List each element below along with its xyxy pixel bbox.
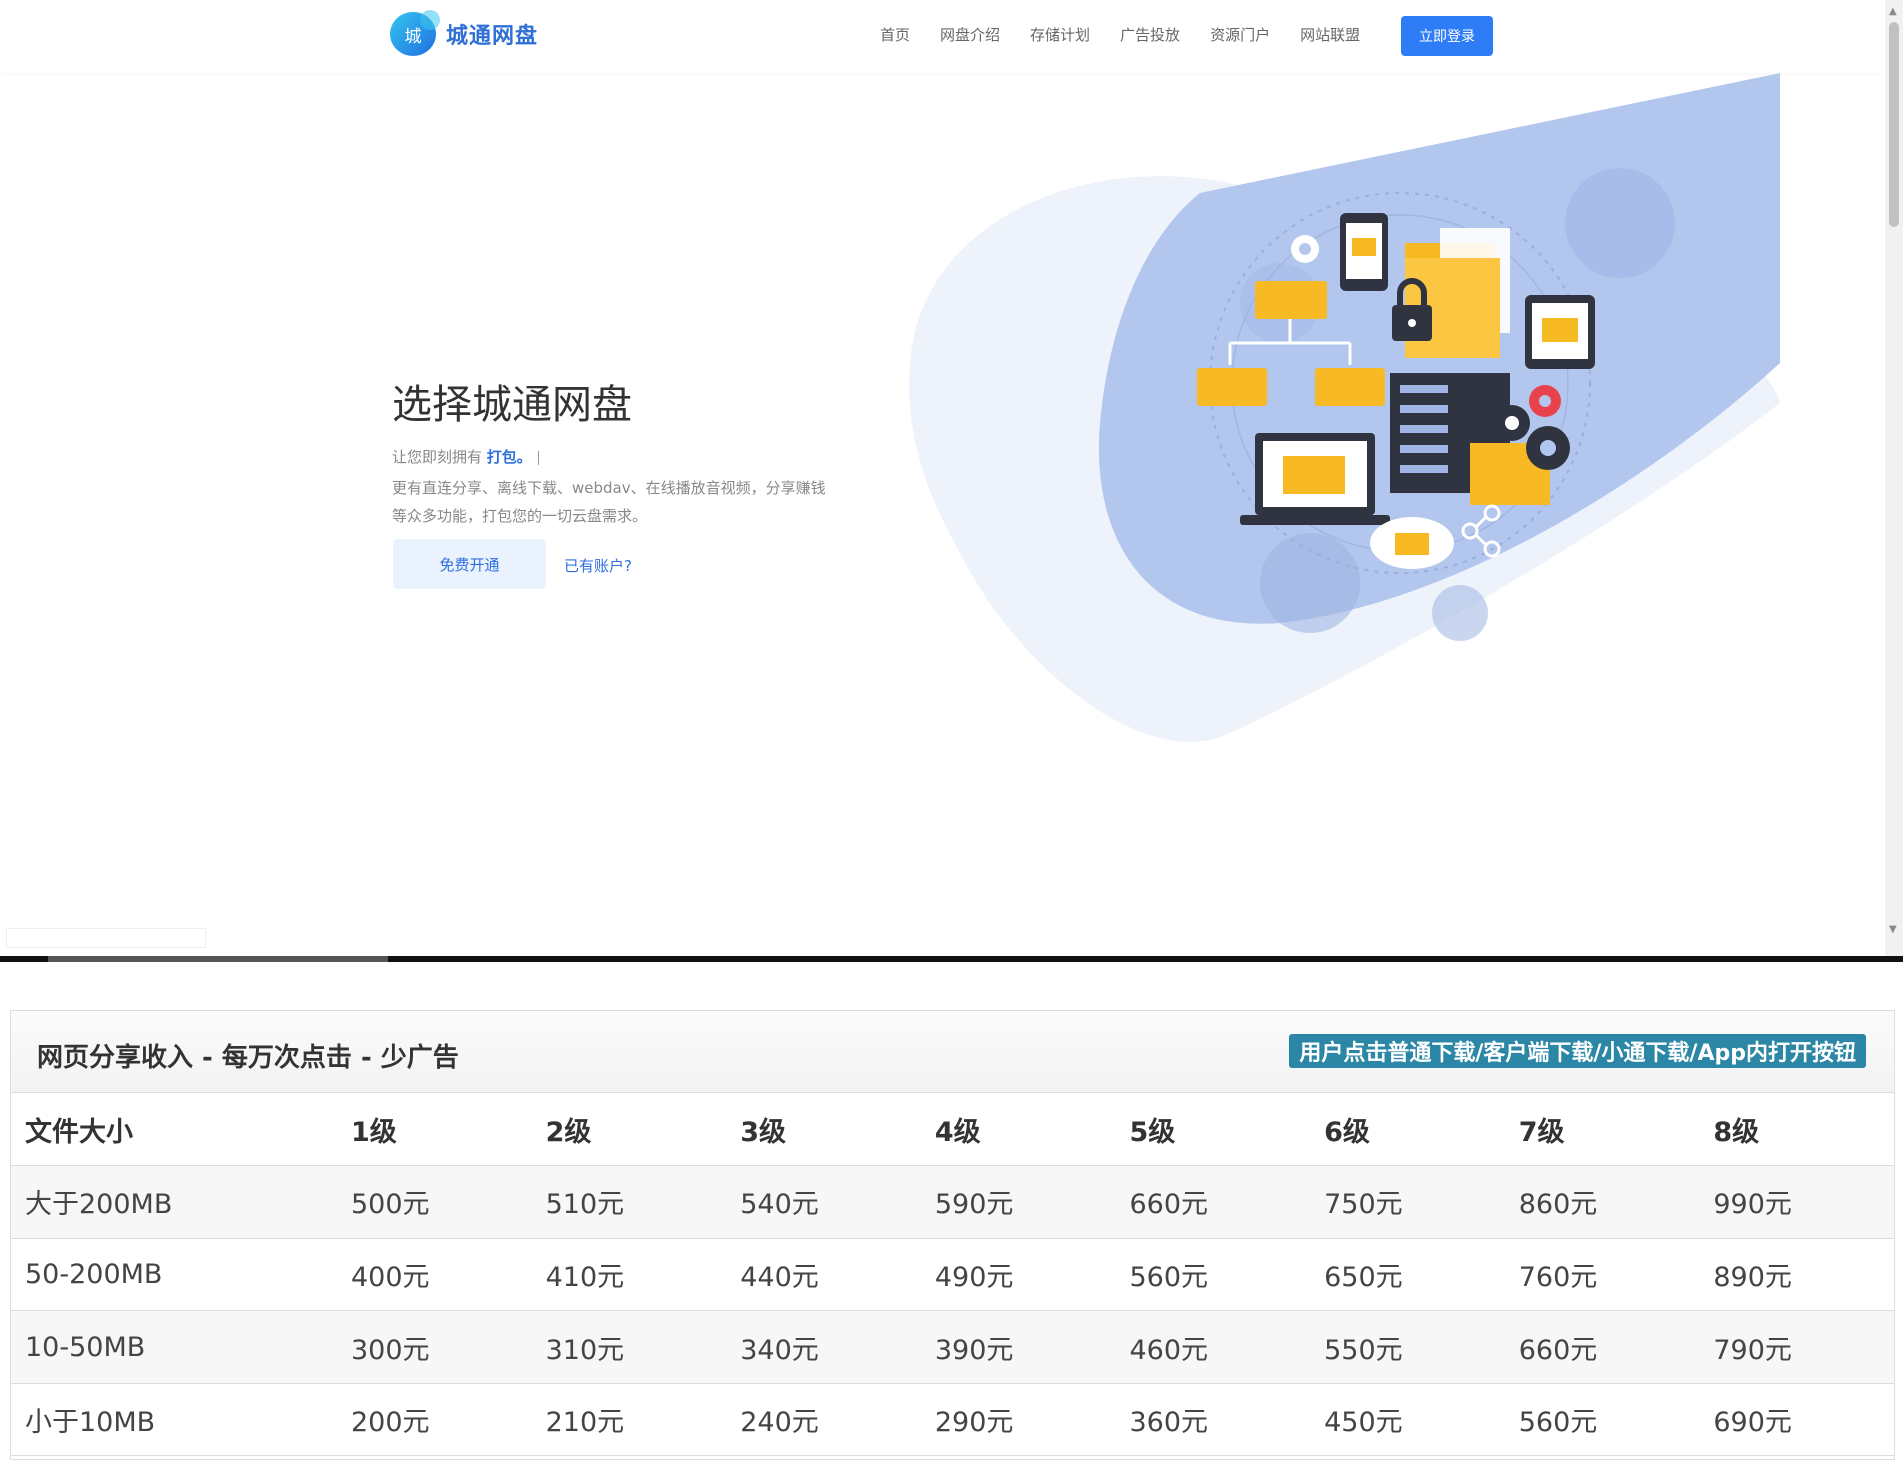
scrollbar-thumb[interactable] (1889, 22, 1899, 227)
price-cell: 200元 (337, 1383, 532, 1457)
nav-home[interactable]: 首页 (880, 24, 910, 45)
logo-icon: 城 (390, 10, 440, 56)
price-cell: 490元 (920, 1238, 1116, 1312)
price-cell: 450元 (1310, 1383, 1505, 1457)
size-cell: 10-50MB (11, 1310, 337, 1384)
price-cell: 210元 (531, 1383, 727, 1457)
price-cell: 660元 (1115, 1165, 1311, 1239)
nav-resources[interactable]: 资源门户 (1210, 24, 1270, 45)
top-navbar: 城 城通网盘 首页 网盘介绍 存储计划 广告投放 资源门户 网站联盟 立即登录 (0, 0, 1885, 73)
price-cell: 500元 (337, 1165, 532, 1239)
price-cell: 440元 (726, 1238, 921, 1312)
website-screenshot: 城 城通网盘 首页 网盘介绍 存储计划 广告投放 资源门户 网站联盟 立即登录 … (0, 0, 1903, 960)
price-cell: 690元 (1699, 1383, 1894, 1457)
laptop-icon (1240, 433, 1390, 525)
price-cell: 310元 (531, 1310, 727, 1384)
price-cell: 890元 (1699, 1238, 1894, 1312)
gear-icon (1291, 235, 1319, 263)
pricing-panel: 网页分享收入 - 每万次点击 - 少广告 用户点击普通下载/客户端下载/小通下载… (10, 1010, 1895, 1460)
price-cell: 360元 (1115, 1383, 1311, 1457)
login-button[interactable]: 立即登录 (1401, 16, 1493, 56)
price-cell: 510元 (531, 1165, 727, 1239)
header-level: 5级 (1115, 1093, 1311, 1167)
header-level: 8级 (1699, 1093, 1894, 1167)
size-cell: 小于10MB (11, 1383, 337, 1457)
header-file-size: 文件大小 (11, 1093, 337, 1167)
price-cell: 760元 (1504, 1238, 1700, 1312)
price-cell: 660元 (1504, 1310, 1700, 1384)
header-level: 7级 (1504, 1093, 1700, 1167)
tablet-icon (1525, 295, 1595, 369)
price-cell: 400元 (337, 1238, 532, 1312)
table-header-row: 文件大小 1级 2级 3级 4级 5级 6级 7级 8级 (11, 1093, 1894, 1167)
page-scrollbar[interactable]: ▲ ▼ (1885, 0, 1903, 960)
image-divider-segment (48, 956, 388, 962)
header-level: 1级 (337, 1093, 532, 1167)
nav-affiliate[interactable]: 网站联盟 (1300, 24, 1360, 45)
header-level: 3级 (726, 1093, 921, 1167)
table-row: 小于10MB 200元 210元 240元 290元 360元 450元 560… (11, 1383, 1894, 1457)
pricing-table: 文件大小 1级 2级 3级 4级 5级 6级 7级 8级 大于200MB 500… (11, 1093, 1894, 1457)
free-signup-button[interactable]: 免费开通 (393, 539, 546, 589)
header-level: 2级 (531, 1093, 727, 1167)
size-cell: 50-200MB (11, 1238, 337, 1312)
price-cell: 290元 (920, 1383, 1116, 1457)
price-cell: 410元 (531, 1238, 727, 1312)
header-level: 4级 (920, 1093, 1116, 1167)
main-nav: 首页 网盘介绍 存储计划 广告投放 资源门户 网站联盟 (880, 24, 1390, 45)
price-cell: 990元 (1699, 1165, 1894, 1239)
cloud-storage-illustration (909, 73, 1780, 742)
price-cell: 340元 (726, 1310, 921, 1384)
hero-description: 更有直连分享、离线下载、webdav、在线播放音视频，分享赚钱等众多功能，打包您… (392, 479, 826, 525)
scroll-down-icon[interactable]: ▼ (1889, 924, 1897, 935)
download-methods-badge: 用户点击普通下载/客户端下载/小通下载/App内打开按钮 (1289, 1034, 1866, 1068)
site-logo[interactable]: 城 城通网盘 (390, 10, 539, 56)
price-cell: 550元 (1310, 1310, 1505, 1384)
phone-icon (1340, 213, 1388, 291)
typing-caret (537, 450, 539, 465)
nav-intro[interactable]: 网盘介绍 (940, 24, 1000, 45)
price-cell: 590元 (920, 1165, 1116, 1239)
price-cell: 240元 (726, 1383, 921, 1457)
hero-title: 选择城通网盘 (392, 382, 632, 428)
price-cell: 300元 (337, 1310, 532, 1384)
cookie-notice (6, 928, 206, 948)
hero-tagline-highlight: 打包。 (486, 448, 532, 466)
has-account-link[interactable]: 已有账户? (564, 555, 632, 576)
cloud-icon (1370, 517, 1454, 569)
nav-storage-plan[interactable]: 存储计划 (1030, 24, 1090, 45)
price-cell: 460元 (1115, 1310, 1311, 1384)
price-cell: 750元 (1310, 1165, 1505, 1239)
header-level: 6级 (1310, 1093, 1505, 1167)
price-cell: 540元 (726, 1165, 921, 1239)
scroll-up-icon[interactable]: ▲ (1889, 6, 1897, 17)
price-cell: 790元 (1699, 1310, 1894, 1384)
table-row: 50-200MB 400元 410元 440元 490元 560元 650元 7… (11, 1238, 1894, 1312)
table-row: 大于200MB 500元 510元 540元 590元 660元 750元 86… (11, 1165, 1894, 1239)
pricing-header: 网页分享收入 - 每万次点击 - 少广告 用户点击普通下载/客户端下载/小通下载… (11, 1011, 1894, 1093)
price-cell: 860元 (1504, 1165, 1700, 1239)
price-cell: 560元 (1504, 1383, 1700, 1457)
site-name: 城通网盘 (446, 24, 539, 49)
table-row: 10-50MB 300元 310元 340元 390元 460元 550元 66… (11, 1310, 1894, 1384)
pricing-title: 网页分享收入 - 每万次点击 - 少广告 (37, 1043, 459, 1073)
nav-ads[interactable]: 广告投放 (1120, 24, 1180, 45)
price-cell: 650元 (1310, 1238, 1505, 1312)
size-cell: 大于200MB (11, 1165, 337, 1239)
hero-tagline-prefix: 让您即刻拥有 (392, 448, 483, 466)
logo-glyph: 城 (404, 26, 422, 47)
price-cell: 390元 (920, 1310, 1116, 1384)
price-cell: 560元 (1115, 1238, 1311, 1312)
hero-tagline: 让您即刻拥有 打包。 (392, 446, 539, 467)
